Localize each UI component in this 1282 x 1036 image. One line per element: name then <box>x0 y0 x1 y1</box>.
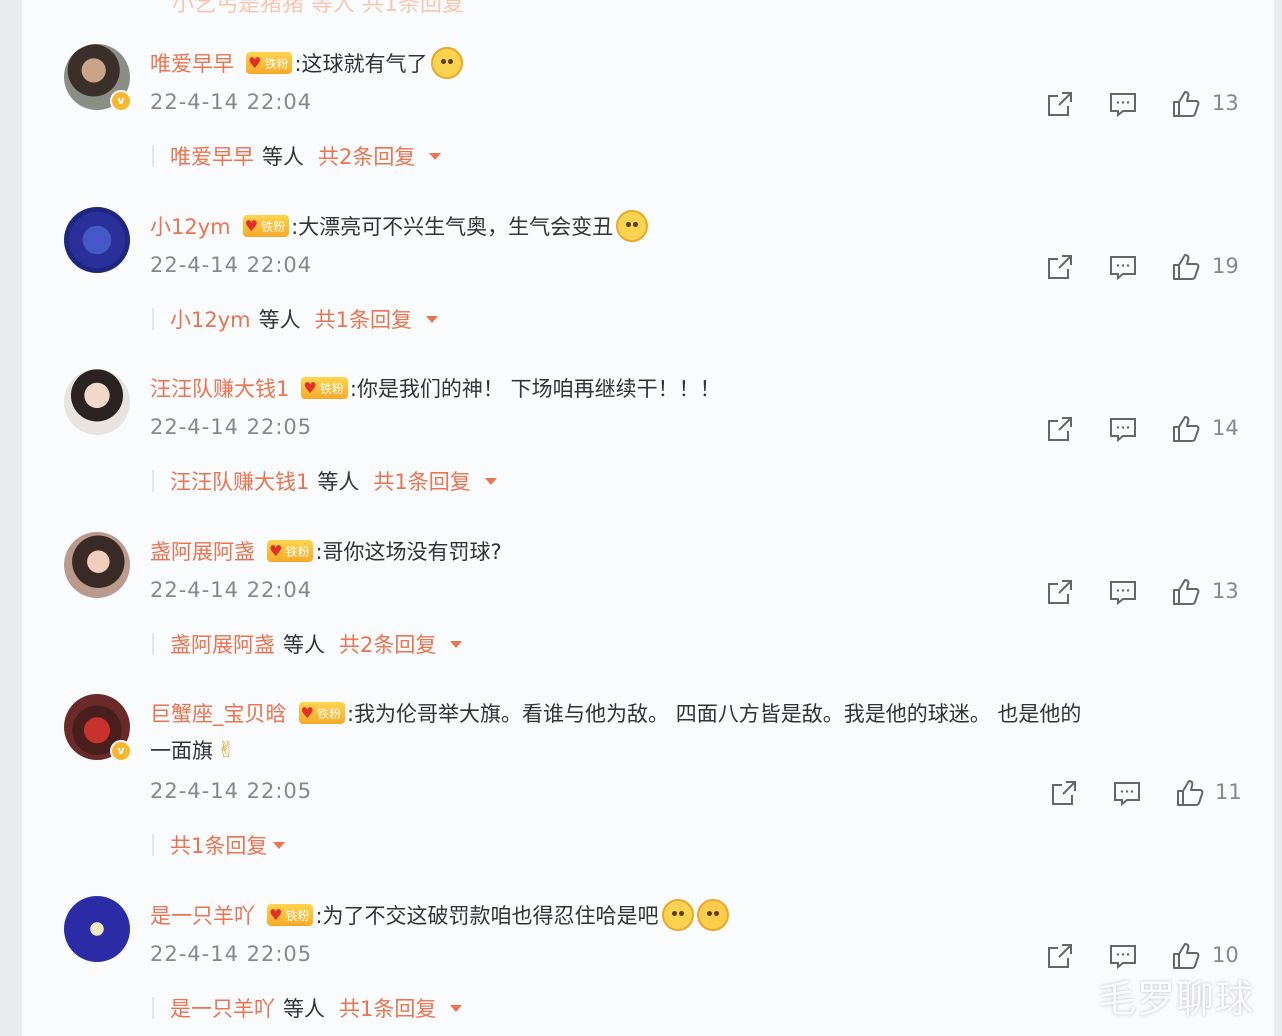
screenshot-page: 小乞丐是猪猪 等人 共1条回复 v 唯爱早早 ♥ 铁粉 :这球就有气了 22-4-… <box>0 0 1282 1036</box>
heart-icon: ♥ <box>300 704 314 722</box>
reply-summary[interactable]: 小12ym 等人 共1条回复 <box>152 304 438 334</box>
heart-icon: ♥ <box>244 217 259 235</box>
username[interactable]: 唯爱早早 <box>150 48 234 78</box>
reply-summary[interactable]: 共1条回复 <box>152 830 286 860</box>
comment-icon[interactable] <box>1111 777 1143 809</box>
reply-user-names: 是一只羊吖 <box>170 997 275 1021</box>
like-count: 11 <box>1215 780 1242 804</box>
reply-user-names: 唯爱早早 <box>170 145 254 169</box>
like-count: 14 <box>1212 416 1239 440</box>
comment-text: :哥你这场没有罚球? <box>315 540 502 564</box>
fan-badge: ♥ 铁粉 <box>242 215 290 237</box>
reply-count: 共1条回复 <box>339 997 437 1021</box>
verified-icon: v <box>110 90 132 112</box>
share-icon[interactable] <box>1044 251 1076 283</box>
share-icon[interactable] <box>1044 940 1076 972</box>
verified-icon: v <box>110 740 132 762</box>
fan-badge: ♥ 铁粉 <box>246 52 293 74</box>
avatar[interactable] <box>64 207 130 273</box>
comment-text: :我为伦哥举大旗。看谁与他为敌。 四面八方皆是敌。我是他的球迷。 也是他的 <box>346 702 1082 726</box>
username[interactable]: 小12ym <box>150 211 231 241</box>
heart-icon: ♥ <box>248 54 262 72</box>
share-icon[interactable] <box>1044 413 1076 445</box>
avatar[interactable] <box>64 532 130 598</box>
reply-summary[interactable]: 唯爱早早 等人 共2条回复 <box>152 141 442 171</box>
reply-summary[interactable]: 盏阿展阿盏 等人 共2条回复 <box>152 629 463 659</box>
like-count: 13 <box>1212 91 1239 115</box>
like-icon[interactable] <box>1170 576 1202 608</box>
username[interactable]: 是一只羊吖 <box>150 900 255 930</box>
doge-emoji-icon <box>661 899 694 931</box>
reply-summary[interactable]: 汪汪队赚大钱1 等人 共1条回复 <box>152 466 497 496</box>
comment-panel: 小乞丐是猪猪 等人 共1条回复 v 唯爱早早 ♥ 铁粉 :这球就有气了 22-4-… <box>22 0 1274 1036</box>
comment-icon[interactable] <box>1107 88 1139 120</box>
username[interactable]: 巨蟹座_宝贝晗 <box>150 698 287 728</box>
like-count: 13 <box>1212 579 1239 603</box>
doge-emoji-icon <box>430 47 463 79</box>
share-icon[interactable] <box>1044 88 1076 120</box>
like-icon[interactable] <box>1170 88 1202 120</box>
cut-off-reply-line: 小乞丐是猪猪 等人 共1条回复 <box>172 0 464 17</box>
comment-text: :这球就有气了 <box>294 52 428 76</box>
like-count: 10 <box>1212 943 1239 967</box>
chevron-down-icon <box>425 315 438 323</box>
heart-icon: ♥ <box>269 906 283 924</box>
chevron-down-icon <box>273 841 286 849</box>
fan-badge: ♥ 铁粉 <box>267 540 314 562</box>
reply-count: 共1条回复 <box>373 470 471 494</box>
chevron-down-icon <box>450 1004 463 1012</box>
avatar[interactable] <box>64 896 130 962</box>
share-icon[interactable] <box>1048 777 1080 809</box>
timestamp: 22-4-14 22:05 <box>150 942 313 966</box>
timestamp: 22-4-14 22:05 <box>150 415 313 439</box>
like-count: 19 <box>1212 254 1239 278</box>
like-icon[interactable] <box>1174 777 1206 809</box>
reply-count: 共2条回复 <box>318 145 416 169</box>
fan-badge: ♥ 铁粉 <box>301 377 348 399</box>
timestamp: 22-4-14 22:04 <box>150 578 313 602</box>
heart-icon: ♥ <box>269 542 283 560</box>
fan-badge: ♥ 铁粉 <box>298 702 345 724</box>
comment-icon[interactable] <box>1107 576 1139 608</box>
reply-count: 共1条回复 <box>170 834 268 858</box>
username[interactable]: 盏阿展阿盏 <box>150 536 255 566</box>
comment-text: :大漂亮可不兴生气奥，生气会变丑 <box>291 215 614 239</box>
avatar[interactable] <box>64 369 130 435</box>
heart-icon: ♥ <box>303 379 317 397</box>
reply-user-names: 汪汪队赚大钱1 <box>170 470 310 494</box>
comment-text: :为了不交这破罚款咱也得忍住哈是吧 <box>315 904 659 928</box>
comment-text-continued: 一面旗 ✌ <box>150 737 236 764</box>
chevron-down-icon <box>429 152 442 160</box>
like-icon[interactable] <box>1170 251 1202 283</box>
timestamp: 22-4-14 22:05 <box>150 779 313 803</box>
reply-summary[interactable]: 是一只羊吖 等人 共1条回复 <box>152 993 463 1023</box>
reply-user-names: 盏阿展阿盏 <box>170 633 275 657</box>
comment-icon[interactable] <box>1107 251 1139 283</box>
chevron-down-icon <box>484 477 497 485</box>
chevron-down-icon <box>450 640 463 648</box>
watermark: 毛罗聊球 <box>1098 977 1255 1021</box>
timestamp: 22-4-14 22:04 <box>150 90 313 114</box>
smile-emoji-icon <box>616 210 649 242</box>
share-icon[interactable] <box>1044 576 1076 608</box>
username[interactable]: 汪汪队赚大钱1 <box>150 373 289 403</box>
like-icon[interactable] <box>1170 413 1202 445</box>
victory-hand-icon: ✌ <box>217 737 236 763</box>
reply-count: 共1条回复 <box>314 308 412 332</box>
blush-emoji-icon <box>696 899 729 931</box>
reply-user-names: 小12ym <box>170 308 251 332</box>
comment-icon[interactable] <box>1107 413 1139 445</box>
timestamp: 22-4-14 22:04 <box>150 253 313 277</box>
fan-badge: ♥ 铁粉 <box>267 904 314 926</box>
reply-count: 共2条回复 <box>339 633 437 657</box>
comment-text: :你是我们的神！ 下场咱再继续干！！！ <box>349 377 721 401</box>
